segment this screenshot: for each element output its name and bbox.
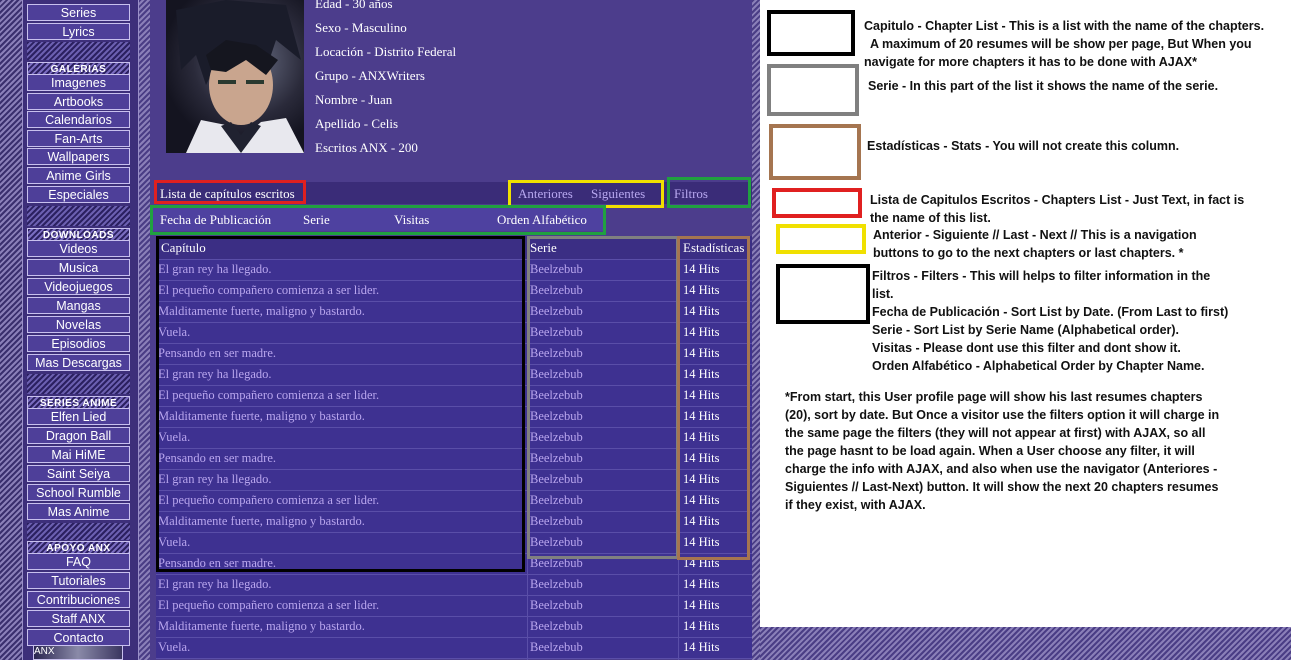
sidebar-separator [27, 206, 130, 226]
chapter-link[interactable]: Vuela. [158, 640, 190, 655]
profile-field: Sexo - Masculino [315, 20, 407, 35]
sidebar-item-novelas[interactable]: Novelas [27, 316, 130, 333]
annotation-text-lista: Lista de Capitulos Escritos - Chapters L… [870, 193, 1245, 207]
annotation-text-filtros: Serie - Sort List by Serie Name (Alphabe… [872, 323, 1180, 337]
sidebar-item-anime-girls[interactable]: Anime Girls [27, 167, 130, 184]
sidebar-item-staff-anx[interactable]: Staff ANX [27, 610, 130, 627]
legend-swatch-lista [772, 188, 862, 218]
chapter-link[interactable]: Malditamente fuerte, maligno y bastardo. [158, 619, 365, 634]
profile-avatar [166, 0, 304, 153]
profile-field: Locación - Distrito Federal [315, 44, 457, 59]
legend-swatch-capitulo [767, 10, 855, 56]
chapter-link[interactable]: El gran rey ha llegado. [158, 577, 272, 592]
sidebar-item-series[interactable]: Series [27, 4, 130, 21]
sidebar-item-mas-anime[interactable]: Mas Anime [27, 503, 130, 520]
sidebar-separator [27, 374, 130, 394]
annotation-box-serie [527, 236, 679, 559]
hits-count: 14 Hits [683, 640, 720, 654]
table-row: Malditamente fuerte, maligno y bastardo.… [156, 617, 752, 638]
serie-link[interactable]: Beelzebub [530, 577, 583, 592]
legend-swatch-nav [776, 224, 866, 254]
annotation-text-serie: Serie - In this part of the list it show… [868, 79, 1219, 93]
annotation-text-estadisticas: Estadísticas - Stats - You will not crea… [867, 139, 1180, 153]
sidebar-separator [27, 42, 130, 60]
sidebar-separator [27, 523, 130, 540]
annotation-box-filter-bar [150, 205, 606, 235]
annotation-box-estadisticas [677, 236, 750, 560]
profile-field: Grupo - ANXWriters [315, 68, 425, 83]
sidebar-item-mas-descargas[interactable]: Mas Descargas [27, 354, 130, 371]
sidebar-item-mai-hime[interactable]: Mai HiME [27, 446, 130, 463]
sidebar-item-wallpapers[interactable]: Wallpapers [27, 148, 130, 165]
sidebar-item-saint-seiya[interactable]: Saint Seiya [27, 465, 130, 482]
profile-field: Edad - 30 años [315, 0, 393, 11]
sidebar-item-imagenes[interactable]: Imagenes [27, 74, 130, 91]
annotation-box-filtros [667, 177, 751, 208]
right-decorative-stripe [752, 0, 760, 660]
annotation-text-lista: the name of this list. [870, 211, 991, 225]
annotation-text-footnote: the page hasnt to be load again. When a … [785, 444, 1195, 458]
middle-decorative-stripe [139, 0, 150, 660]
profile-field: Nombre - Juan [315, 92, 393, 107]
annotation-box-nav [508, 180, 664, 208]
sidebar-item-mangas[interactable]: Mangas [27, 297, 130, 314]
annotation-text-filtros: Filtros - Filters - This will helps to f… [872, 269, 1211, 283]
annotation-text-capitulo: A maximum of 20 resumes will be show per… [870, 37, 1252, 51]
hits-count: 14 Hits [683, 577, 720, 591]
sidebar-item-dragon-ball[interactable]: Dragon Ball [27, 427, 130, 444]
right-bottom-stripe [760, 627, 1291, 660]
serie-link[interactable]: Beelzebub [530, 640, 583, 655]
sidebar-item-episodios[interactable]: Episodios [27, 335, 130, 352]
sidebar-item-calendarios[interactable]: Calendarios [27, 111, 130, 128]
sidebar-item-tutoriales[interactable]: Tutoriales [27, 572, 130, 589]
sidebar-nav: Series Lyrics GALERIAS Imagenes Artbooks Cale… [22, 0, 139, 660]
sidebar-item-contacto[interactable]: Contacto [27, 629, 130, 646]
sidebar-item-faq[interactable]: FAQ [27, 553, 130, 570]
annotation-text-footnote: if they exist, with AJAX. [785, 498, 926, 512]
annotation-box-lista [154, 180, 306, 204]
annotation-text-filtros: Visitas - Please dont use this filter an… [872, 341, 1181, 355]
legend-swatch-estadisticas [769, 124, 861, 180]
annotation-text-anterior: buttons to go to the next chapters or la… [873, 246, 1184, 260]
serie-link[interactable]: Beelzebub [530, 619, 583, 634]
sidebar-item-contribuciones[interactable]: Contribuciones [27, 591, 130, 608]
sidebar-item-videos[interactable]: Videos [27, 240, 130, 257]
annotation-text-footnote: Siguientes // Last-Next) button. It will… [785, 480, 1219, 494]
sidebar-item-especiales[interactable]: Especiales [27, 186, 130, 203]
sidebar-item-lyrics[interactable]: Lyrics [27, 23, 130, 40]
sidebar-item-videojuegos[interactable]: Videojuegos [27, 278, 130, 295]
profile-field: Escritos ANX - 200 [315, 140, 418, 155]
hits-count: 14 Hits [683, 619, 720, 633]
sidebar-item-elfen-lied[interactable]: Elfen Lied [27, 408, 130, 425]
annotation-text-footnote: the same page the filters (they will not… [785, 426, 1206, 440]
annotation-text-footnote: charge the info with AJAX, and also when… [785, 462, 1218, 476]
sidebar-item-school-rumble[interactable]: School Rumble [27, 484, 130, 501]
sidebar-item-artbooks[interactable]: Artbooks [27, 93, 130, 110]
legend-swatch-serie [767, 64, 859, 116]
table-row: Vuela. Beelzebub 14 Hits [156, 638, 752, 659]
annotation-text-anterior: Anterior - Siguiente // Last - Next // T… [873, 228, 1197, 242]
legend-swatch-filtros [776, 264, 870, 324]
table-row: El pequeño compañero comienza a ser lide… [156, 596, 752, 617]
sidebar-item-fan-arts[interactable]: Fan-Arts [27, 130, 130, 147]
annotation-text-capitulo: navigate for more chapters it has to be … [864, 55, 1197, 69]
table-row: El gran rey ha llegado. Beelzebub 14 Hits [156, 575, 752, 596]
annotation-box-capitulo [156, 236, 525, 572]
annotation-text-filtros: list. [872, 287, 894, 301]
profile-field: Apellido - Celis [315, 116, 399, 131]
avatar-illustration [176, 0, 304, 153]
serie-link[interactable]: Beelzebub [530, 598, 583, 613]
annotation-text-filtros: Orden Alfabético - Alphabetical Order by… [872, 359, 1205, 373]
left-decorative-stripe [0, 0, 22, 660]
annotation-text-capitulo: Capitulo - Chapter List - This is a list… [864, 19, 1265, 33]
annotation-text-filtros: Fecha de Publicación - Sort List by Date… [872, 305, 1229, 319]
sidebar-bottom-banner[interactable]: ANX [33, 645, 123, 660]
annotation-text-footnote: *From start, this User profile page will… [785, 390, 1203, 404]
chapter-link[interactable]: El pequeño compañero comienza a ser lide… [158, 598, 379, 613]
hits-count: 14 Hits [683, 598, 720, 612]
sidebar-item-musica[interactable]: Musica [27, 259, 130, 276]
annotation-text-footnote: (20), sort by date. But Once a visitor u… [785, 408, 1220, 422]
